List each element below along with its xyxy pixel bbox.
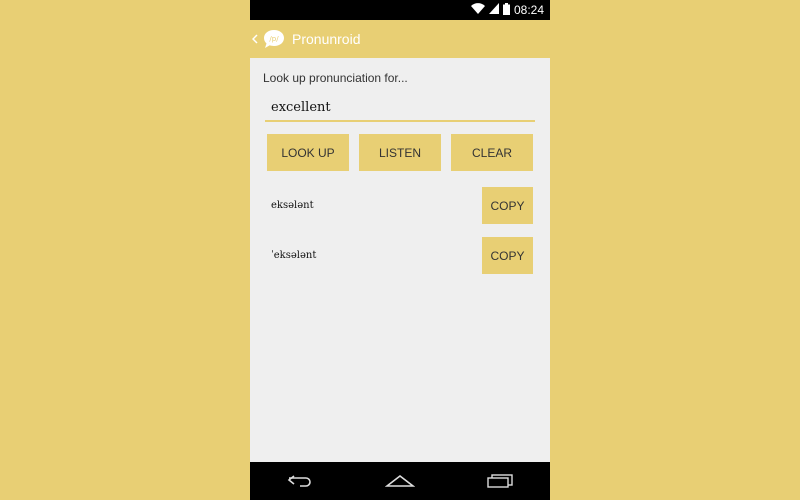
clear-button[interactable]: CLEAR xyxy=(451,134,533,171)
home-icon[interactable] xyxy=(370,462,430,500)
copy-button[interactable]: COPY xyxy=(482,237,533,274)
app-icon-text: /p/ xyxy=(269,35,279,43)
status-time: 08:24 xyxy=(513,3,544,17)
result-row: eksələnt COPY xyxy=(250,187,550,224)
signal-icon xyxy=(488,3,499,17)
speech-bubble-ipa-icon[interactable]: /p/ xyxy=(262,27,286,51)
copy-button[interactable]: COPY xyxy=(482,187,533,224)
main-content: Look up pronunciation for... LOOK UP LIS… xyxy=(250,58,550,462)
ipa-transcription: eksələnt xyxy=(271,200,314,211)
back-arrow-icon[interactable] xyxy=(270,462,330,500)
listen-button[interactable]: LISTEN xyxy=(359,134,441,171)
recents-icon[interactable] xyxy=(470,462,530,500)
app-title: Pronunroid xyxy=(292,31,361,47)
status-bar: 08:24 xyxy=(250,0,550,20)
ipa-transcription: ˈeksələnt xyxy=(271,250,317,261)
status-icons: 08:24 xyxy=(470,0,544,20)
wifi-icon xyxy=(470,3,485,17)
look-up-button[interactable]: LOOK UP xyxy=(267,134,349,171)
word-input[interactable] xyxy=(265,94,535,122)
result-row: ˈeksələnt COPY xyxy=(250,237,550,274)
chevron-left-icon[interactable] xyxy=(251,20,262,58)
battery-icon xyxy=(502,2,510,18)
phone-screen: 08:24 /p/ Pronunroid Look up pronunciati… xyxy=(250,0,550,500)
lookup-prompt-label: Look up pronunciation for... xyxy=(263,71,408,85)
action-bar: /p/ Pronunroid xyxy=(250,20,550,58)
navigation-bar xyxy=(250,462,550,500)
